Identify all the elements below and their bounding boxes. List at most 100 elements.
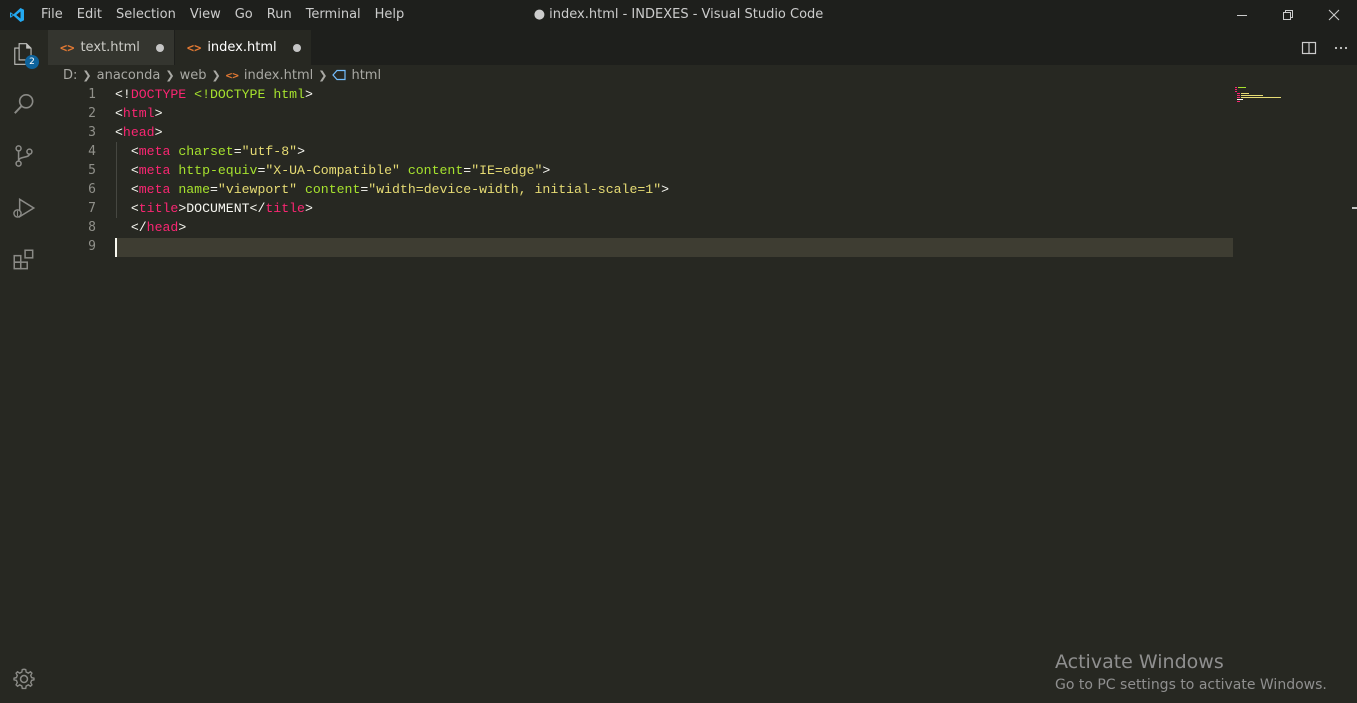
minimap[interactable]	[1233, 85, 1357, 703]
watermark-title: Activate Windows	[1055, 651, 1224, 673]
code-editor[interactable]: 123456789 <!DOCTYPE <!DOCTYPE html> <html…	[48, 85, 1357, 703]
breadcrumb-item[interactable]: html	[351, 68, 381, 83]
close-button[interactable]	[1311, 0, 1357, 30]
symbol-element-icon	[332, 69, 347, 81]
code-token: >	[154, 125, 163, 140]
code-line[interactable]: <!DOCTYPE <!DOCTYPE html>	[115, 85, 1233, 104]
code-token: <	[115, 163, 139, 178]
code-token: html	[273, 87, 305, 102]
code-token: DOCTYPE	[130, 87, 187, 102]
code-token: <	[115, 182, 139, 197]
code-token: http-equiv	[178, 163, 258, 178]
extensions-button[interactable]	[0, 236, 48, 284]
activate-windows-watermark: Activate Windows Go to PC settings to ac…	[1055, 650, 1327, 696]
menu-edit[interactable]: Edit	[70, 0, 109, 30]
activity-bar: 2	[0, 30, 48, 703]
close-icon	[1328, 9, 1340, 21]
unsaved-dot-icon[interactable]	[292, 43, 301, 52]
code-token: <	[115, 125, 123, 140]
code-token: >	[661, 182, 670, 197]
code-line[interactable]: <meta name="viewport" content="width=dev…	[115, 180, 1233, 199]
code-token: "width=device-width, initial-scale=1"	[368, 182, 662, 197]
code-token: "utf-8"	[241, 144, 298, 159]
breadcrumb: D: ❯ anaconda ❯ web ❯ <> index.html ❯ ht…	[48, 65, 1357, 85]
search-icon	[14, 93, 34, 114]
line-number: 7	[88, 201, 96, 216]
tab-label: index.html	[207, 40, 277, 55]
html-file-icon: <>	[186, 40, 202, 55]
restore-icon	[1283, 10, 1293, 20]
code-area[interactable]: <!DOCTYPE <!DOCTYPE html> <html> <head> <m…	[115, 85, 1233, 256]
tab-text-html[interactable]: <> text.html	[48, 30, 174, 65]
tab-index-html[interactable]: <> index.html	[174, 30, 311, 65]
line-number: 2	[88, 106, 96, 121]
line-number: 5	[88, 163, 96, 178]
split-editor-icon	[1301, 41, 1317, 54]
line-number: 8	[88, 220, 96, 235]
code-token: >	[178, 220, 187, 235]
code-token: meta	[138, 144, 171, 159]
restore-button[interactable]	[1265, 0, 1311, 30]
chevron-right-icon: ❯	[165, 68, 175, 82]
code-token: =	[209, 182, 218, 197]
tab-label: text.html	[80, 40, 140, 55]
code-token: "viewport"	[217, 182, 298, 197]
code-token: <!	[115, 87, 131, 102]
code-token: >DOCUMENT</	[178, 201, 266, 216]
breadcrumb-item[interactable]: D:	[63, 68, 77, 83]
split-editor-button[interactable]	[1293, 30, 1325, 65]
more-actions-button[interactable]	[1325, 30, 1357, 65]
code-token: "X-UA-Compatible"	[265, 163, 400, 178]
code-token: >	[304, 201, 313, 216]
code-line[interactable]	[115, 237, 1233, 256]
search-button[interactable]	[0, 80, 48, 128]
run-debug-button[interactable]	[0, 184, 48, 232]
code-line[interactable]: <html>	[115, 104, 1233, 123]
breadcrumb-item[interactable]: index.html	[244, 68, 313, 83]
extensions-icon	[13, 249, 34, 270]
code-token: =	[463, 163, 472, 178]
code-token: meta	[138, 182, 171, 197]
code-line[interactable]: <title>DOCUMENT</title>	[115, 199, 1233, 218]
code-token: <	[115, 201, 139, 216]
code-line[interactable]: <meta charset="utf-8">	[115, 142, 1233, 161]
minimize-button[interactable]	[1219, 0, 1265, 30]
scrollbar-marker	[1352, 207, 1357, 209]
menu-run[interactable]: Run	[260, 0, 299, 30]
menu-help[interactable]: Help	[368, 0, 412, 30]
unsaved-dot-icon[interactable]	[155, 43, 164, 52]
title-bar: File Edit Selection View Go Run Terminal…	[0, 0, 1357, 30]
code-token: >	[154, 106, 163, 121]
menu-selection[interactable]: Selection	[109, 0, 183, 30]
editor-actions	[1293, 30, 1357, 65]
code-line[interactable]: <meta http-equiv = "X-UA-Compatible" conte…	[115, 161, 1233, 180]
code-token: "IE=edge"	[471, 163, 543, 178]
menu-terminal[interactable]: Terminal	[299, 0, 368, 30]
explorer-badge: 2	[25, 55, 39, 69]
breadcrumb-item[interactable]: anaconda	[97, 68, 161, 83]
menu-view[interactable]: View	[183, 0, 228, 30]
code-token: >	[542, 163, 551, 178]
code-line[interactable]: <head>	[115, 123, 1233, 142]
editor-tabs: <> text.html <> index.html	[48, 30, 1357, 65]
code-token: head	[122, 125, 155, 140]
code-token: >	[304, 87, 313, 102]
code-token: title	[265, 201, 305, 216]
line-number: 4	[88, 144, 96, 159]
menu-file[interactable]: File	[34, 0, 70, 30]
line-number: 9	[88, 239, 96, 254]
code-token: content	[407, 163, 464, 178]
text-cursor	[115, 238, 117, 257]
explorer-button[interactable]: 2	[0, 30, 48, 78]
watermark-subtitle: Go to PC settings to activate Windows.	[1055, 677, 1327, 693]
gear-icon	[13, 668, 35, 690]
code-token: <!DOCTYPE	[194, 87, 266, 102]
code-token: head	[146, 220, 179, 235]
code-line[interactable]: </head>	[115, 218, 1233, 237]
code-token: name	[178, 182, 210, 197]
manage-button[interactable]	[0, 655, 48, 703]
breadcrumb-item[interactable]: web	[180, 68, 207, 83]
source-control-button[interactable]	[0, 132, 48, 180]
menu-go[interactable]: Go	[228, 0, 260, 30]
